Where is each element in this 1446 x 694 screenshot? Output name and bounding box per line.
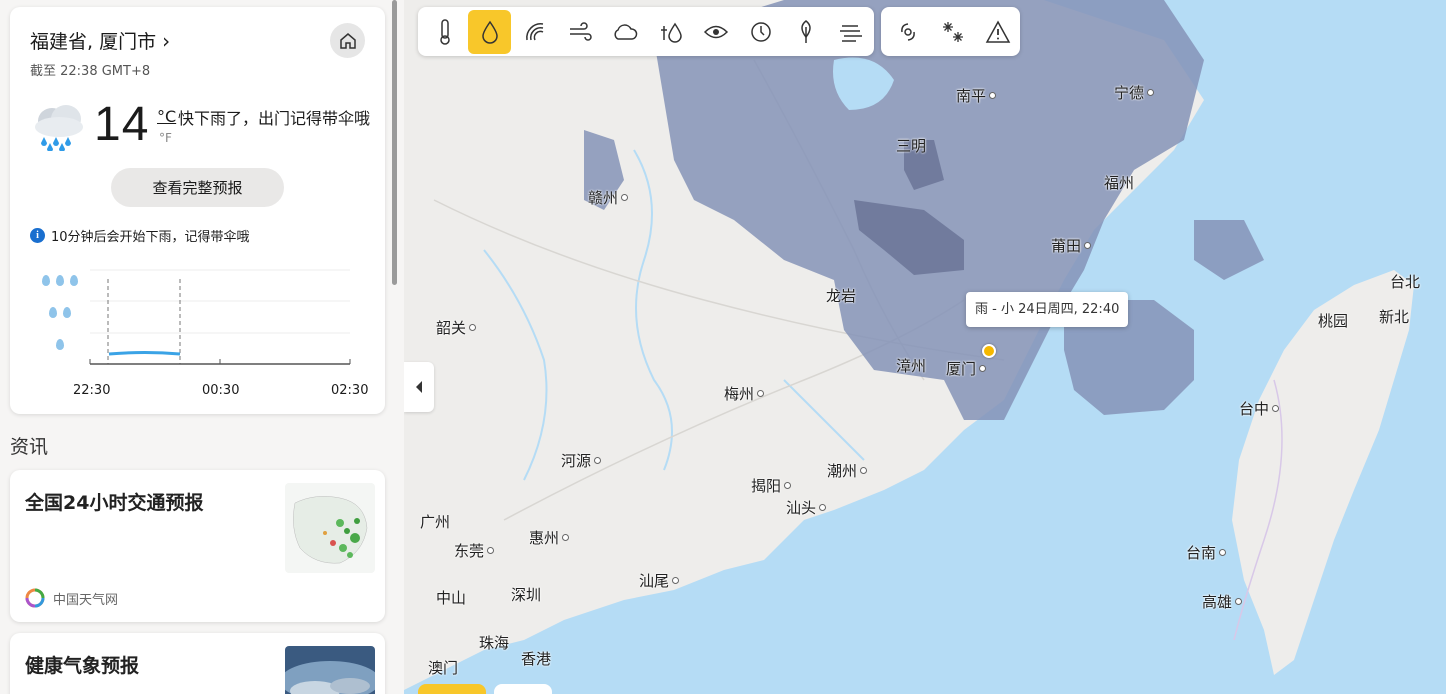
map-base[interactable] <box>404 0 1446 694</box>
current-weather-card: 福建省, 厦门市 › 截至 22:38 GMT+8 14 °C °F 快下雨了，… <box>10 7 385 414</box>
time-label: 22:30 <box>73 383 111 398</box>
snowflake-icon <box>942 21 963 42</box>
wind-icon <box>570 21 592 41</box>
cloud-layer-button[interactable] <box>604 10 647 54</box>
city-label[interactable]: 韶关 <box>436 317 477 338</box>
temperature-layer-button[interactable] <box>423 10 466 54</box>
chevron-right-icon[interactable]: › <box>162 31 170 51</box>
location-name[interactable]: 福建省, 厦门市 <box>30 27 156 54</box>
pollen-icon <box>801 19 811 43</box>
news-title[interactable]: 健康气象预报 <box>25 651 139 678</box>
dewpoint-icon <box>751 21 771 42</box>
updated-time: 截至 22:38 GMT+8 <box>30 64 151 79</box>
map-layer-toolbar <box>418 7 874 56</box>
city-label[interactable]: 深圳 <box>511 584 541 605</box>
city-label[interactable]: 漳州 <box>896 355 926 376</box>
map-bottom-controls <box>418 684 552 694</box>
city-label[interactable]: 中山 <box>436 587 466 608</box>
wind-layer-button[interactable] <box>559 10 602 54</box>
city-label[interactable]: 桃园 <box>1318 310 1348 331</box>
map-tooltip: 雨 - 小 24日周四, 22:40 <box>966 292 1129 327</box>
cloud-icon <box>614 23 638 40</box>
play-control[interactable] <box>418 684 486 694</box>
city-label[interactable]: 梅州 <box>724 383 765 404</box>
pressure-layer-button[interactable] <box>513 10 556 54</box>
city-label[interactable]: 新北 <box>1379 306 1409 327</box>
pressure-icon <box>526 22 544 40</box>
precip-alert-text: 10分钟后会开始下雨，记得带伞哦 <box>51 230 250 245</box>
news-section-title: 资讯 <box>10 436 49 458</box>
fog-layer-button[interactable] <box>830 10 873 54</box>
dewpoint-layer-button[interactable] <box>739 10 782 54</box>
city-label[interactable]: 台南 <box>1186 542 1227 563</box>
info-icon: i <box>30 228 45 243</box>
warning-layer-button[interactable] <box>976 10 1019 54</box>
news-thumbnail[interactable] <box>285 483 375 573</box>
city-label[interactable]: 汕尾 <box>639 570 680 591</box>
city-label[interactable]: 三明 <box>896 135 926 156</box>
city-label[interactable]: 香港 <box>521 648 551 669</box>
location-selector[interactable]: 福建省, 厦门市 › <box>30 27 170 54</box>
precipitation-chart: 22:30 00:30 02:30 <box>25 257 375 407</box>
city-label[interactable]: 广州 <box>420 511 450 532</box>
thermometer-icon <box>439 18 450 45</box>
map-alert-toolbar <box>881 7 1020 56</box>
city-label[interactable]: 南平 <box>956 85 997 106</box>
visibility-layer-button[interactable] <box>694 10 737 54</box>
pollen-layer-button[interactable] <box>785 10 828 54</box>
news-card[interactable]: 全国24小时交通预报 中国天气网 <box>10 470 385 622</box>
city-label[interactable]: 高雄 <box>1202 591 1243 612</box>
city-label[interactable]: 宁德 <box>1114 82 1155 103</box>
rain-cloud-icon <box>35 105 83 151</box>
home-icon <box>339 32 356 49</box>
collapse-panel-button[interactable] <box>404 362 434 412</box>
city-label[interactable]: 东莞 <box>454 540 495 561</box>
unit-fahrenheit[interactable]: °F <box>159 131 172 145</box>
time-label: 00:30 <box>202 383 240 398</box>
city-label[interactable]: 莆田 <box>1051 235 1092 256</box>
raindrop-icon <box>482 20 498 44</box>
news-source: 中国天气网 <box>25 588 118 608</box>
chevron-left-icon <box>416 381 422 393</box>
humidity-layer-button[interactable] <box>649 10 692 54</box>
city-label[interactable]: 河源 <box>561 450 602 471</box>
city-label[interactable]: 汕头 <box>786 497 827 518</box>
warning-icon <box>985 19 1010 43</box>
news-title[interactable]: 全国24小时交通预报 <box>25 488 203 515</box>
humidity-icon <box>660 22 682 43</box>
cma-logo-icon <box>25 588 45 608</box>
weather-summary: 快下雨了，出门记得带伞哦 <box>178 109 371 128</box>
snow-layer-button[interactable] <box>931 10 974 54</box>
unit-celsius[interactable]: °C <box>157 107 176 126</box>
full-forecast-button[interactable]: 查看完整预报 <box>111 168 284 207</box>
city-label[interactable]: 澳门 <box>428 657 458 678</box>
city-label[interactable]: 台中 <box>1239 398 1280 419</box>
hurricane-layer-button[interactable] <box>886 10 929 54</box>
news-source-name: 中国天气网 <box>53 592 119 608</box>
city-label[interactable]: 福州 <box>1104 172 1134 193</box>
city-label[interactable]: 赣州 <box>588 187 629 208</box>
hurricane-icon <box>900 22 915 41</box>
news-thumbnail[interactable] <box>285 646 375 694</box>
precip-alert: i 10分钟后会开始下雨，记得带伞哦 <box>30 226 250 245</box>
city-label[interactable]: 揭阳 <box>751 475 792 496</box>
news-card[interactable]: 健康气象预报 <box>10 633 385 694</box>
location-marker[interactable] <box>982 344 996 358</box>
fog-icon <box>840 24 863 42</box>
time-label: 02:30 <box>331 383 369 398</box>
city-label[interactable]: 龙岩 <box>826 285 856 306</box>
city-label[interactable]: 潮州 <box>827 460 868 481</box>
current-temperature: 14 <box>94 98 150 151</box>
precipitation-layer-button[interactable] <box>468 9 512 54</box>
city-label[interactable]: 珠海 <box>479 632 509 653</box>
weather-side-panel: 福建省, 厦门市 › 截至 22:38 GMT+8 14 °C °F 快下雨了，… <box>0 0 404 694</box>
panel-scrollbar[interactable] <box>392 0 397 285</box>
city-label[interactable]: 厦门 <box>946 358 987 379</box>
city-label[interactable]: 台北 <box>1390 271 1420 292</box>
home-button[interactable] <box>330 23 365 58</box>
timeline-control[interactable] <box>494 684 552 694</box>
weather-map[interactable]: 南平 宁德 三明 福州 赣州 莆田 龙岩 韶关 漳州 厦门 梅州 河源 揭阳 潮… <box>404 0 1446 694</box>
visibility-icon <box>703 25 728 38</box>
city-label[interactable]: 惠州 <box>529 527 570 548</box>
